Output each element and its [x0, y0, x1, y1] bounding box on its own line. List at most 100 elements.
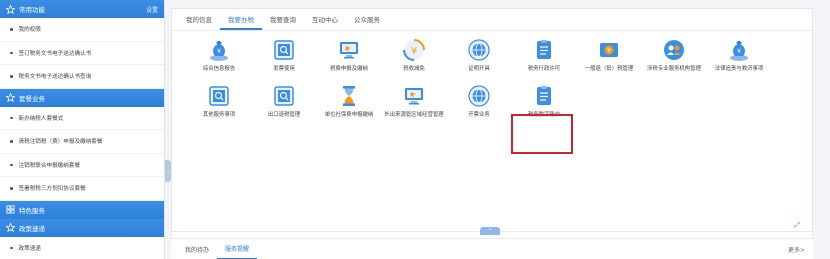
sidebar-item[interactable]: 政策速递	[0, 237, 164, 259]
section-header-special[interactable]: 特色服务	[0, 200, 164, 219]
tile-info-report[interactable]: ¥ 综合信息报告	[186, 37, 252, 73]
section-header-package[interactable]: 套餐业务	[0, 88, 164, 107]
tile-admin-license[interactable]: 税务行政许可	[511, 37, 577, 73]
star-icon	[6, 223, 15, 232]
tile-social-security[interactable]: 单位社保费申报缴纳	[316, 83, 382, 119]
tab-tax-handling[interactable]: 我要办税	[220, 14, 262, 30]
section-title: 常用功能	[19, 6, 45, 14]
document-icon	[531, 37, 557, 63]
bullet-icon	[10, 28, 13, 31]
tile-label: 法律追责与救济事项	[714, 66, 764, 72]
tab-bar: 我的信息 我要办税 我要查询 互动中心 公众服务	[172, 9, 812, 31]
invoice-search-icon	[271, 37, 297, 63]
bullet-icon	[10, 140, 13, 143]
hourglass-icon	[336, 83, 362, 109]
svg-text:¥: ¥	[411, 46, 417, 57]
section-header-policy[interactable]: 政策速递	[0, 218, 164, 237]
sidebar-item-label: 我的权限	[18, 27, 41, 34]
tile-label: 涉税专业服务机构管理	[647, 66, 701, 72]
tile-label: 税费申报及缴纳	[330, 66, 368, 72]
sidebar-item[interactable]: 清税注销税（费）申报及缴纳套餐	[0, 130, 164, 154]
money-bag-icon: ¥	[206, 37, 232, 63]
tile-invoicing[interactable]: 开票业务	[446, 83, 512, 119]
bullet-icon	[10, 75, 13, 78]
tab-public-service[interactable]: 公众服务	[346, 14, 388, 30]
tile-label: 发票使用	[273, 66, 295, 72]
section-title: 特色服务	[19, 206, 45, 215]
globe-stamp-icon	[466, 37, 492, 63]
star-icon	[6, 93, 15, 102]
svg-text:¥: ¥	[217, 48, 221, 55]
sidebar-item[interactable]: 签订税务文书电子送达确认书	[0, 42, 164, 65]
bullet-icon	[10, 116, 13, 119]
star-icon	[6, 4, 15, 14]
main-panel: 我的信息 我要办税 我要查询 互动中心 公众服务 ¥ 综合信息报告 发票使用 税…	[171, 8, 813, 244]
invoice-search-icon	[271, 83, 297, 109]
svg-text:¥: ¥	[607, 48, 611, 55]
settings-link[interactable]: 设置	[146, 5, 158, 14]
tile-cross-region[interactable]: 外出来源管区域经营管理	[381, 83, 447, 119]
tab-my-info[interactable]: 我的信息	[178, 14, 220, 30]
tab-service-reminder[interactable]: 服务提醒	[217, 239, 258, 259]
chevron-left-icon: ‹	[166, 167, 170, 175]
tile-label: 证明开具	[468, 66, 490, 72]
people-icon	[661, 37, 687, 63]
bullet-icon	[10, 187, 13, 190]
sidebar-item[interactable]: 签署税税三方划扣协议套餐	[0, 177, 164, 201]
tile-tax-reduction[interactable]: ¥ 税收减免	[381, 37, 447, 73]
grid-icon	[6, 205, 15, 214]
money-bag-icon: ¥	[726, 37, 752, 63]
tile-label: 综合信息报告	[202, 66, 236, 72]
sidebar-item-label: 新办纳税人套餐式	[18, 115, 64, 122]
chevron-up-icon[interactable]: ⌃	[480, 227, 500, 235]
service-grid: ¥ 综合信息报告 发票使用 税费申报及缴纳 ¥ 税收减免 证明开具 税务行政许可…	[172, 31, 812, 201]
tile-label: 税收减免	[403, 66, 425, 72]
expand-icon[interactable]: ⤢	[794, 221, 800, 230]
sidebar-item-label: 注销税联合申报缴纳套餐	[18, 162, 81, 169]
sidebar-item-label: 政策速递	[18, 245, 41, 252]
tile-label: 外出来源管区域经营管理	[384, 112, 444, 118]
sidebar: 常用功能 设置 我的权限 签订税务文书电子送达确认书 税务文书电子送达确认书查询…	[0, 0, 165, 259]
more-link[interactable]: 更多>	[788, 245, 805, 254]
yuan-cycle-icon: ¥	[401, 37, 427, 63]
svg-text:¥: ¥	[737, 48, 741, 55]
sidebar-item[interactable]: 我的权限	[0, 18, 164, 42]
tile-other-services[interactable]: 其他服务事项	[186, 83, 252, 119]
tile-agency[interactable]: 涉税专业服务机构管理	[641, 37, 707, 73]
tile-export-refund[interactable]: 出口退税管理	[251, 83, 317, 119]
sidebar-item-label: 清税注销税（费）申报及缴纳套餐	[18, 139, 103, 146]
tab-query[interactable]: 我要查询	[262, 14, 304, 30]
bullet-icon	[10, 51, 13, 54]
bottom-tab-bar: 我的待办 服务提醒 更多>	[171, 238, 813, 259]
tab-interaction[interactable]: 互动中心	[304, 14, 346, 30]
tile-invoice-use[interactable]: 发票使用	[251, 37, 317, 73]
tile-label: 税务行政许可	[527, 66, 561, 72]
monitor-icon	[401, 83, 427, 109]
globe-stamp-icon	[466, 83, 492, 109]
sidebar-item-label: 签署税税三方划扣协议套餐	[18, 186, 86, 193]
tile-refund[interactable]: ¥ 一般退（抵）税管理	[576, 37, 642, 73]
tile-legal-relief[interactable]: ¥ 法律追责与救济事项	[706, 37, 772, 73]
section-title: 套餐业务	[19, 94, 45, 103]
tile-label: 开票业务	[468, 112, 490, 118]
section-header-common[interactable]: 常用功能 设置	[0, 0, 164, 18]
tile-label: 其他服务事项	[202, 112, 236, 118]
tile-label: 出口退税管理	[267, 112, 301, 118]
yuan-card-icon: ¥	[596, 37, 622, 63]
sidebar-item-label: 签订税务文书电子送达确认书	[18, 50, 92, 57]
invoice-search-icon	[206, 83, 232, 109]
highlight-box	[511, 114, 573, 154]
sidebar-item[interactable]: 注销税联合申报缴纳套餐	[0, 154, 164, 177]
tile-certificate[interactable]: 证明开具	[446, 37, 512, 73]
tile-label: 一般退（抵）税管理	[584, 66, 634, 72]
bullet-icon	[10, 246, 13, 249]
tile-tax-declaration[interactable]: 税费申报及缴纳	[316, 37, 382, 73]
sidebar-item[interactable]: 税务文书电子送达确认书查询	[0, 65, 164, 89]
document-icon	[531, 83, 557, 109]
bullet-icon	[10, 163, 13, 166]
section-title: 政策速递	[19, 224, 45, 233]
tile-label: 单位社保费申报缴纳	[324, 112, 374, 118]
tab-my-todo[interactable]: 我的待办	[177, 239, 217, 259]
sidebar-item-label: 税务文书电子送达确认书查询	[18, 74, 92, 81]
sidebar-item[interactable]: 新办纳税人套餐式	[0, 107, 164, 130]
